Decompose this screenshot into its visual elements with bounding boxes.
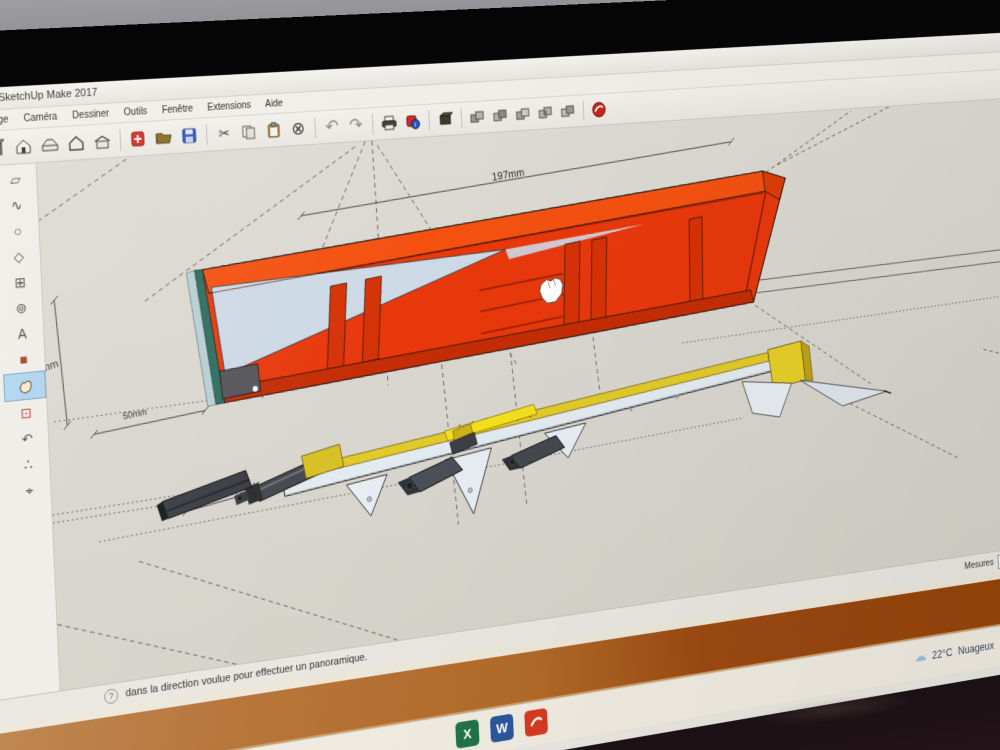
cloud-icon: ☁ bbox=[914, 647, 927, 666]
polygon-icon[interactable]: ◇ bbox=[0, 242, 40, 271]
paste-clipboard-icon[interactable] bbox=[263, 118, 285, 142]
cut-scissors-icon[interactable]: ✂ bbox=[213, 121, 235, 145]
house-front-icon[interactable] bbox=[11, 134, 35, 159]
monitor-bezel: SketchUp Make 2017 Affichage Caméra Dess… bbox=[0, 0, 1000, 750]
save-icon[interactable] bbox=[178, 123, 201, 147]
new-file-icon[interactable] bbox=[127, 127, 150, 152]
open-folder-icon[interactable] bbox=[152, 125, 175, 150]
roof-view-icon[interactable] bbox=[38, 132, 62, 157]
menu-outils[interactable]: Outils bbox=[122, 105, 150, 119]
help-icon[interactable]: ? bbox=[104, 687, 119, 704]
solid-split-icon[interactable] bbox=[558, 100, 578, 123]
menu-camera[interactable]: Caméra bbox=[21, 110, 59, 125]
print-icon[interactable] bbox=[379, 111, 400, 135]
photo-of-monitor: SketchUp Make 2017 Affichage Caméra Dess… bbox=[0, 0, 1000, 750]
menu-extensions[interactable]: Extensions bbox=[205, 99, 253, 114]
sketchup-taskbar-icon[interactable] bbox=[524, 708, 548, 737]
model-info-icon[interactable]: i bbox=[402, 110, 423, 134]
svg-text:197mm: 197mm bbox=[491, 165, 525, 183]
erase-icon[interactable]: ⊗ bbox=[287, 117, 309, 141]
screen: SketchUp Make 2017 Affichage Caméra Dess… bbox=[0, 29, 1000, 750]
copy-icon[interactable] bbox=[238, 120, 260, 144]
shed-icon[interactable] bbox=[91, 129, 114, 154]
weather-widget[interactable]: ☁ 22°C Nuageux bbox=[914, 636, 994, 666]
eraser-icon[interactable]: ▱ bbox=[0, 165, 37, 194]
solid-trim-icon[interactable] bbox=[513, 103, 533, 126]
menu-dessiner[interactable]: Dessiner bbox=[70, 107, 111, 122]
menu-affichage[interactable]: Affichage bbox=[0, 113, 11, 129]
menu-fenetre[interactable]: Fenêtre bbox=[160, 102, 195, 117]
solid-subtract-icon[interactable] bbox=[490, 104, 511, 127]
redo-icon[interactable]: ↷ bbox=[345, 113, 367, 137]
pan-icon[interactable] bbox=[3, 370, 46, 402]
component-dark-icon[interactable] bbox=[435, 108, 456, 131]
component-box-icon[interactable] bbox=[0, 135, 9, 160]
excel-taskbar-icon[interactable]: X bbox=[455, 719, 479, 749]
weather-condition: Nuageux bbox=[958, 638, 995, 657]
menu-aide[interactable]: Aide bbox=[263, 97, 285, 111]
position-camera-icon[interactable]: ⌖ bbox=[8, 475, 51, 506]
freehand-icon[interactable]: ∿ bbox=[0, 191, 38, 220]
undo-icon[interactable]: ↶ bbox=[321, 115, 343, 139]
circle-icon[interactable]: ○ bbox=[0, 216, 39, 245]
dimension-50mm: 50mm bbox=[89, 400, 209, 438]
word-taskbar-icon[interactable]: W bbox=[490, 713, 514, 743]
solid-intersect-icon[interactable] bbox=[536, 102, 556, 125]
push-pull-icon[interactable]: ⊞ bbox=[0, 268, 42, 297]
svg-text:50mm: 50mm bbox=[122, 407, 147, 422]
plugin-logo-icon[interactable] bbox=[589, 98, 609, 121]
solid-union-icon[interactable] bbox=[467, 106, 488, 129]
offset-icon[interactable]: ⊚ bbox=[0, 293, 43, 322]
house-outline-icon[interactable] bbox=[64, 130, 88, 155]
weather-temp: 22°C bbox=[932, 645, 953, 661]
window-title: SketchUp Make 2017 bbox=[0, 87, 98, 104]
measurements-label: Mesures bbox=[964, 557, 994, 572]
